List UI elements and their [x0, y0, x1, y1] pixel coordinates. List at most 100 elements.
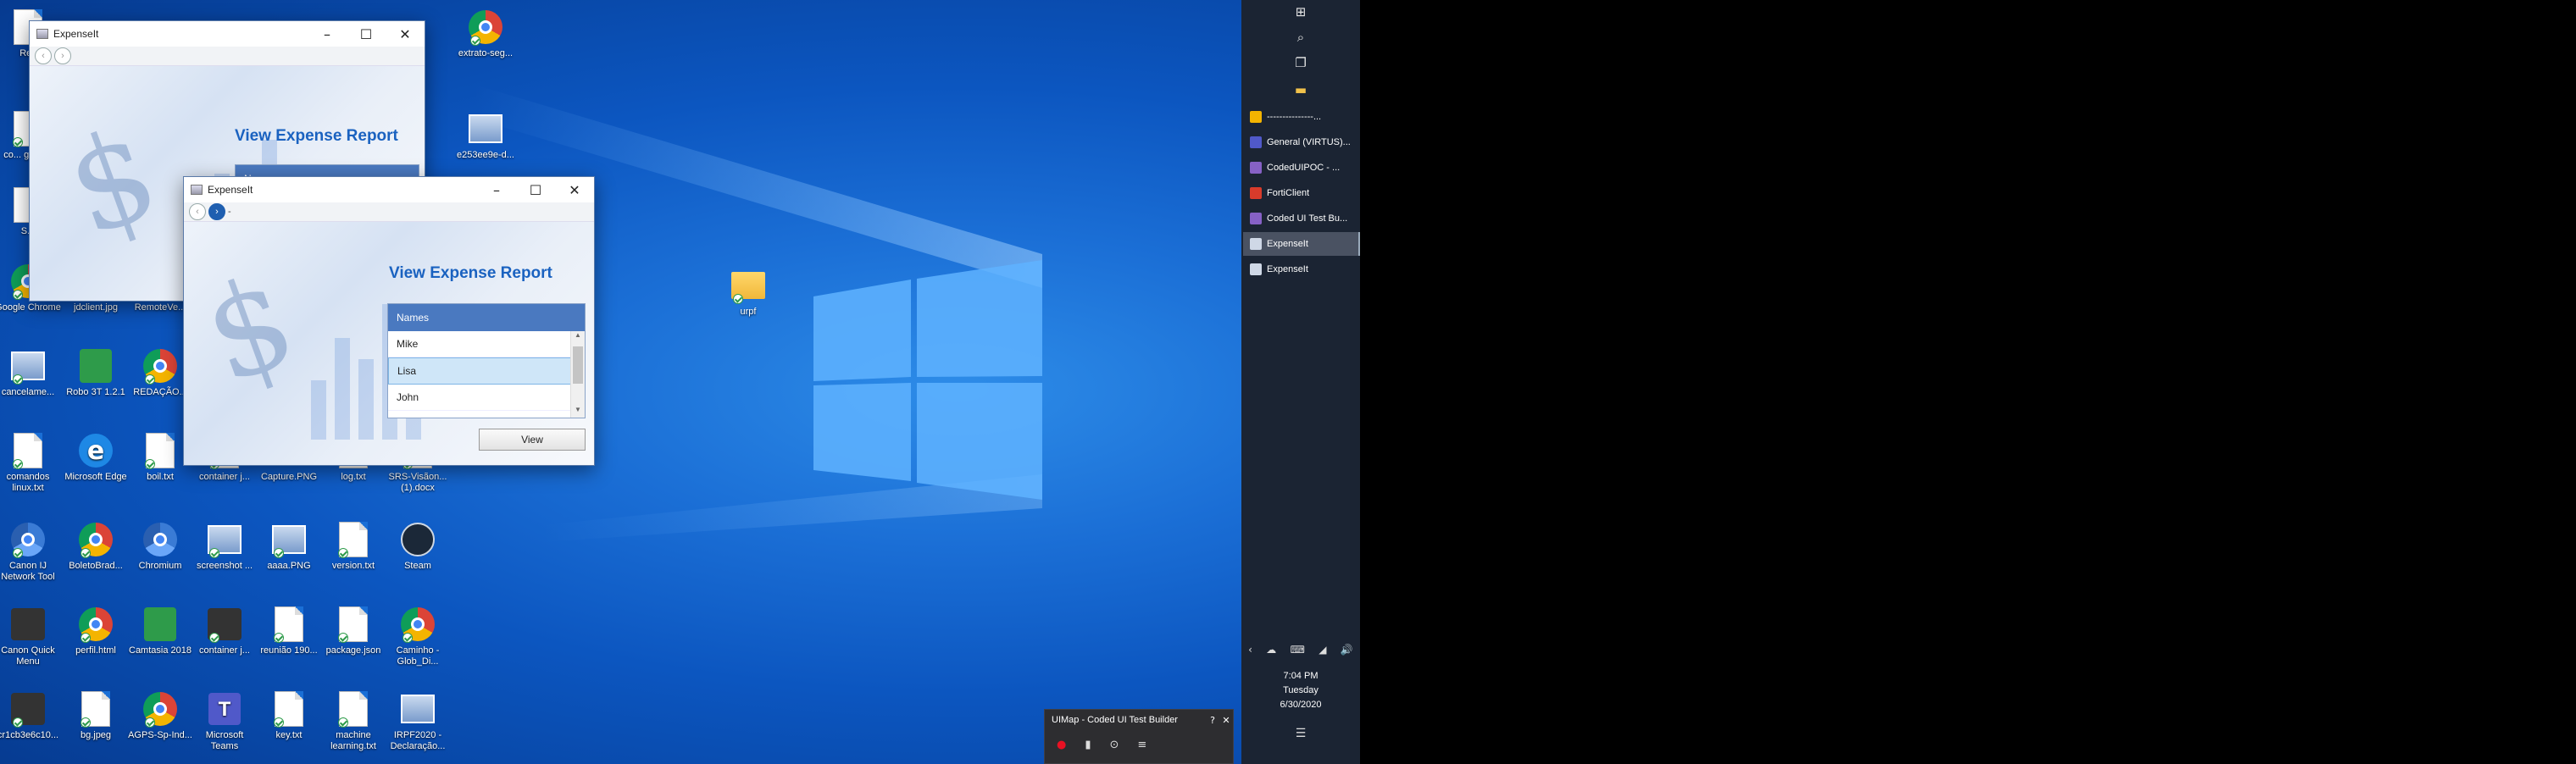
desktop-icon[interactable]: perfil.html — [63, 606, 129, 656]
desktop-icon[interactable]: AGPS-Sp-Ind... — [127, 690, 193, 741]
desktop-icon[interactable]: Steam — [385, 521, 451, 572]
visual-studio-icon — [1250, 213, 1262, 224]
list-item[interactable]: John — [388, 385, 571, 411]
maximize-button[interactable]: ☐ — [347, 21, 386, 47]
desktop-icon[interactable]: screenshot ... — [192, 521, 258, 572]
desktop-icon[interactable]: T Microsoft Teams — [192, 690, 258, 752]
windows-icon[interactable]: ⊞ — [1241, 0, 1360, 24]
desktop-icon[interactable]: aaaa.PNG — [256, 521, 322, 572]
img-icon — [270, 521, 308, 558]
report-title: View Expense Report — [389, 264, 552, 282]
taskbar-item-label: ExpenseIt — [1267, 239, 1308, 249]
sync-check-icon — [274, 717, 284, 728]
desktop-icon[interactable]: machine learning.txt — [320, 690, 386, 752]
sync-check-icon — [13, 548, 23, 558]
network-icon[interactable]: ◢ — [1319, 644, 1326, 656]
view-button[interactable]: View — [479, 429, 586, 451]
taskbar-item[interactable]: Coded UI Test Bu... — [1243, 207, 1358, 230]
scroll-down-arrow-icon[interactable]: ▼ — [571, 406, 585, 418]
forticlient-icon — [1250, 187, 1262, 199]
minimize-button[interactable]: – — [308, 21, 347, 47]
list-item[interactable]: Lisa — [388, 357, 571, 385]
show-hidden-icons-icon[interactable]: ‹ — [1248, 644, 1252, 656]
scroll-up-arrow-icon[interactable]: ▲ — [571, 331, 585, 343]
taskbar-item[interactable]: General (VIRTUS)... — [1243, 130, 1358, 154]
desktop-icon[interactable]: BoletoBrad... — [63, 521, 129, 572]
file-explorer-icon[interactable]: ▬ — [1241, 78, 1360, 102]
taskbar-item[interactable]: ExpenseIt — [1243, 257, 1358, 281]
visual-studio-icon — [1250, 162, 1262, 174]
doc-icon — [9, 432, 47, 469]
list-scrollbar[interactable]: ▲ ▼ — [570, 331, 585, 418]
desktop-icon-label: IRPF2020 - Declaração... — [390, 730, 446, 751]
help-button[interactable]: ? — [1206, 715, 1219, 726]
desktop-icon[interactable]: cr1cb3e6c10... — [0, 690, 61, 741]
desktop-icon[interactable]: reunião 190... — [256, 606, 322, 656]
doc-icon — [270, 606, 308, 643]
scrollbar-thumb[interactable] — [573, 346, 583, 384]
desktop-icon[interactable]: container j... — [192, 606, 258, 656]
desktop-icon[interactable]: Camtasia 2018 — [127, 606, 193, 656]
desktop-icon[interactable]: bg.jpeg — [63, 690, 129, 741]
sync-check-icon — [80, 548, 91, 558]
desktop-icon[interactable]: comandos linux.txt — [0, 432, 61, 494]
close-button[interactable]: ✕ — [386, 21, 425, 47]
desktop-icon[interactable]: cancelame... — [0, 347, 61, 398]
taskbar-item-label: ---------------... — [1267, 112, 1322, 122]
desktop-icon[interactable]: Caminho - Glob_Di... — [385, 606, 451, 667]
desktop-icon-label: container j... — [199, 472, 250, 482]
pause-icon[interactable]: ▮ — [1085, 739, 1091, 751]
record-icon[interactable]: ● — [1057, 739, 1066, 751]
onedrive-icon[interactable]: ☁ — [1266, 644, 1276, 656]
desktop-icon[interactable]: version.txt — [320, 521, 386, 572]
desktop-icon[interactable]: extrato-seg... — [452, 8, 519, 59]
teams-icon — [1250, 136, 1262, 148]
taskbar-item[interactable]: CodedUIPOC - ... — [1243, 156, 1358, 180]
coded-ui-test-builder[interactable]: UIMap - Coded UI Test Builder ? ✕ ● ▮ ⊙ ≡ — [1044, 709, 1234, 764]
desktop-icon-label: Robo 3T 1.2.1 — [66, 387, 125, 397]
nav-history-dropdown[interactable]: - — [228, 207, 231, 217]
window-titlebar[interactable]: ExpenseIt – ☐ ✕ — [184, 177, 594, 202]
doc-icon — [335, 690, 372, 728]
desktop-icon[interactable]: e Microsoft Edge — [63, 432, 129, 483]
desktop-icon[interactable]: Robo 3T 1.2.1 — [63, 347, 129, 398]
clock[interactable]: 7:04 PM Tuesday 6/30/2020 — [1241, 669, 1360, 712]
desktop-icon-label: e253ee9e-d... — [457, 150, 514, 160]
crosshair-icon[interactable]: ⊙ — [1110, 739, 1119, 751]
maximize-button[interactable]: ☐ — [516, 177, 555, 202]
desktop-icon[interactable]: key.txt — [256, 690, 322, 741]
desktop-icon[interactable]: Chromium — [127, 521, 193, 572]
desktop-icon[interactable]: IRPF2020 - Declaração... — [385, 690, 451, 752]
desktop-icon[interactable]: package.json — [320, 606, 386, 656]
close-button[interactable]: ✕ — [555, 177, 594, 202]
desktop-icon[interactable]: Canon Quick Menu — [0, 606, 61, 667]
desktop-icon[interactable]: e253ee9e-d... — [452, 110, 519, 161]
window-titlebar[interactable]: ExpenseIt – ☐ ✕ — [30, 21, 425, 47]
names-list[interactable]: Names Mike Lisa John ▲ ▼ — [387, 303, 586, 418]
desktop-icon[interactable]: Canon IJ Network Tool — [0, 521, 61, 583]
desktop-icon[interactable]: urpf — [715, 267, 781, 318]
sync-check-icon — [145, 717, 155, 728]
taskbar-item[interactable]: ExpenseIt — [1243, 232, 1361, 256]
dark-icon — [9, 690, 47, 728]
taskbar-item[interactable]: FortiClient — [1243, 181, 1358, 205]
list-header: Names — [388, 304, 585, 331]
keyboard-icon[interactable]: ⌨ — [1291, 644, 1305, 656]
list-item[interactable]: Mike — [388, 331, 571, 357]
back-button[interactable]: ‹ — [35, 47, 52, 64]
search-icon[interactable]: ⌕ — [1241, 25, 1360, 49]
forward-button[interactable]: › — [54, 47, 71, 64]
task-view-icon[interactable]: ❐ — [1241, 51, 1360, 75]
minimize-button[interactable]: – — [477, 177, 516, 202]
sync-check-icon — [209, 548, 219, 558]
forward-button[interactable]: › — [208, 203, 225, 220]
sync-check-icon — [13, 459, 23, 469]
close-button[interactable]: ✕ — [1219, 715, 1233, 726]
taskbar-item[interactable]: ---------------... — [1243, 105, 1358, 129]
generate-code-icon[interactable]: ≡ — [1137, 739, 1146, 751]
action-center-icon[interactable]: ☰ — [1241, 727, 1360, 740]
back-button[interactable]: ‹ — [189, 203, 206, 220]
sync-check-icon — [145, 374, 155, 385]
expenseit-window-front[interactable]: ExpenseIt – ☐ ✕ ‹ › - $ View Expense Rep… — [183, 176, 595, 466]
volume-icon[interactable]: 🔊 — [1341, 644, 1353, 656]
